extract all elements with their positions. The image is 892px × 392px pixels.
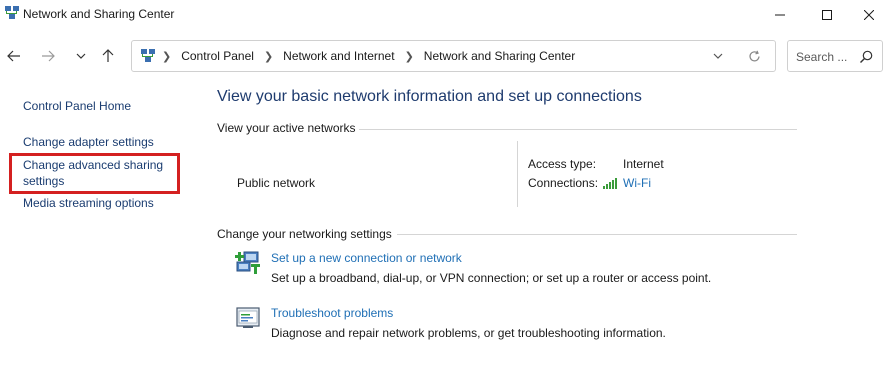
refresh-button[interactable] (745, 47, 763, 65)
chevron-down-icon (713, 53, 723, 59)
chevron-right-icon[interactable]: ❯ (405, 50, 414, 63)
recent-locations-button[interactable] (71, 44, 91, 68)
access-type-label: Access type: (528, 157, 597, 171)
arrow-left-icon (7, 50, 20, 62)
control-panel-home-link[interactable]: Control Panel Home (23, 98, 131, 114)
window-title: Network and Sharing Center (23, 7, 175, 21)
troubleshoot-problems-link[interactable]: Troubleshoot problems (271, 306, 393, 320)
close-icon (864, 10, 874, 20)
highlight-box (9, 153, 180, 194)
breadcrumb-network-internet[interactable]: Network and Internet (283, 49, 394, 63)
new-connection-icon (235, 251, 260, 274)
access-type-value: Internet (623, 157, 664, 171)
close-button[interactable] (846, 0, 892, 30)
divider (397, 234, 797, 235)
back-button[interactable] (4, 44, 24, 68)
minimize-button[interactable] (757, 0, 803, 30)
maximize-icon (822, 10, 832, 20)
setup-connection-description: Set up a broadband, dial-up, or VPN conn… (271, 271, 712, 285)
breadcrumb-control-panel[interactable]: Control Panel (181, 49, 254, 63)
network-name: Public network (237, 176, 316, 190)
minimize-icon (775, 14, 785, 16)
arrow-right-icon (42, 50, 55, 62)
breadcrumb-network-sharing-center[interactable]: Network and Sharing Center (424, 49, 575, 63)
change-adapter-settings-link[interactable]: Change adapter settings (23, 134, 154, 150)
divider (359, 129, 797, 130)
forward-button[interactable] (38, 44, 58, 68)
setup-connection-link[interactable]: Set up a new connection or network (271, 251, 462, 265)
arrow-up-icon (102, 49, 114, 62)
breadcrumb: ❯ Control Panel ❯ Network and Internet ❯… (162, 49, 585, 63)
troubleshoot-icon (236, 307, 260, 328)
network-center-icon (141, 49, 155, 62)
divider (517, 141, 518, 207)
wifi-connection-link[interactable]: Wi-Fi (623, 176, 651, 190)
up-button[interactable] (98, 44, 118, 68)
page-title: View your basic network information and … (217, 88, 642, 105)
change-settings-heading: Change your networking settings (217, 227, 392, 241)
title-bar: Network and Sharing Center (0, 0, 892, 30)
search-box[interactable]: Search ... (787, 40, 883, 72)
refresh-icon (748, 50, 760, 61)
search-input[interactable]: Search ... (796, 50, 847, 64)
chevron-right-icon: ❯ (162, 50, 172, 63)
wifi-signal-icon (603, 178, 617, 189)
address-bar[interactable]: ❯ Control Panel ❯ Network and Internet ❯… (131, 40, 776, 72)
chevron-right-icon[interactable]: ❯ (264, 50, 273, 63)
connections-label: Connections: (528, 176, 599, 190)
chevron-down-icon (76, 53, 86, 59)
media-streaming-options-link[interactable]: Media streaming options (23, 195, 154, 211)
active-networks-heading: View your active networks (217, 121, 356, 135)
address-history-button[interactable] (709, 47, 727, 65)
troubleshoot-problems-description: Diagnose and repair network problems, or… (271, 326, 666, 340)
network-center-icon (5, 6, 19, 19)
search-icon[interactable] (858, 49, 874, 65)
maximize-button[interactable] (804, 0, 850, 30)
